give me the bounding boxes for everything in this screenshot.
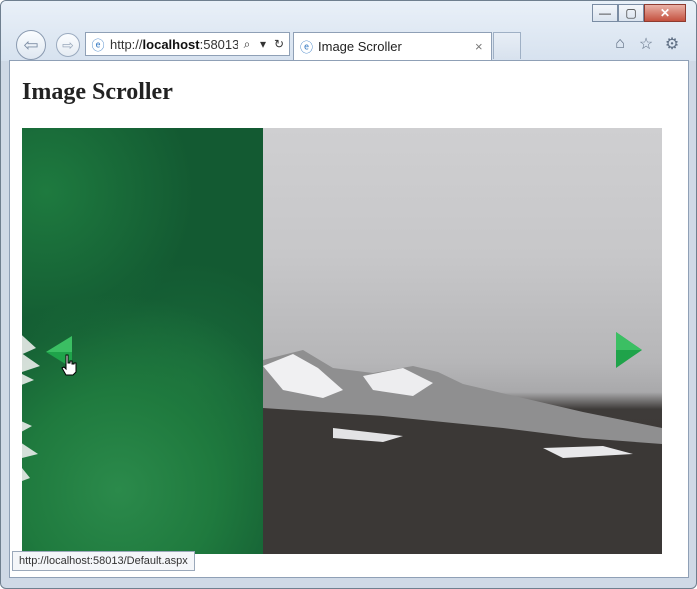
next-arrow-icon[interactable] bbox=[614, 330, 644, 370]
ie-page-icon: ⓔ bbox=[300, 40, 314, 55]
hand-cursor-icon bbox=[61, 354, 77, 376]
settings-icon[interactable]: ⚙ bbox=[662, 34, 682, 54]
search-icon[interactable]: ⌕ bbox=[240, 37, 254, 52]
mountain-silhouette bbox=[263, 350, 662, 554]
ie-page-icon: ⓔ bbox=[91, 37, 105, 53]
tab-image-scroller[interactable]: ⓔ Image Scroller × bbox=[293, 32, 492, 60]
minimize-button[interactable]: — bbox=[592, 4, 618, 22]
refresh-icon[interactable]: ↻ bbox=[272, 37, 286, 51]
window-controls: — ▢ ✕ bbox=[592, 4, 686, 22]
close-button[interactable]: ✕ bbox=[644, 4, 686, 22]
new-tab-button[interactable] bbox=[493, 32, 521, 59]
tab-close-icon[interactable]: × bbox=[475, 39, 491, 54]
favorites-icon[interactable]: ☆ bbox=[636, 34, 656, 54]
page-title: Image Scroller bbox=[22, 79, 173, 105]
image-scroller bbox=[22, 128, 662, 554]
address-bar[interactable]: ⓔ http://localhost:58013/l ⌕ ▾ ↻ bbox=[85, 32, 290, 56]
home-icon[interactable]: ⌂ bbox=[610, 34, 630, 54]
back-button[interactable]: ⇦ bbox=[16, 30, 46, 60]
address-input[interactable]: http://localhost:58013/l bbox=[110, 37, 238, 52]
back-arrow-icon: ⇦ bbox=[23, 34, 39, 55]
tab-title: Image Scroller bbox=[318, 39, 402, 54]
status-bar: http://localhost:58013/Default.aspx bbox=[12, 551, 195, 571]
page-content: Image Scroller bbox=[9, 60, 689, 578]
chevron-down-icon[interactable]: ▾ bbox=[256, 37, 270, 51]
maximize-button[interactable]: ▢ bbox=[618, 4, 644, 22]
browser-window: — ▢ ✕ ⇦ ⇨ ⓔ http://localhost:58013/l ⌕ ▾… bbox=[0, 0, 697, 589]
forward-button[interactable]: ⇨ bbox=[56, 33, 80, 57]
browser-tools: ⌂ ☆ ⚙ bbox=[610, 34, 682, 54]
forward-arrow-icon: ⇨ bbox=[62, 36, 74, 53]
